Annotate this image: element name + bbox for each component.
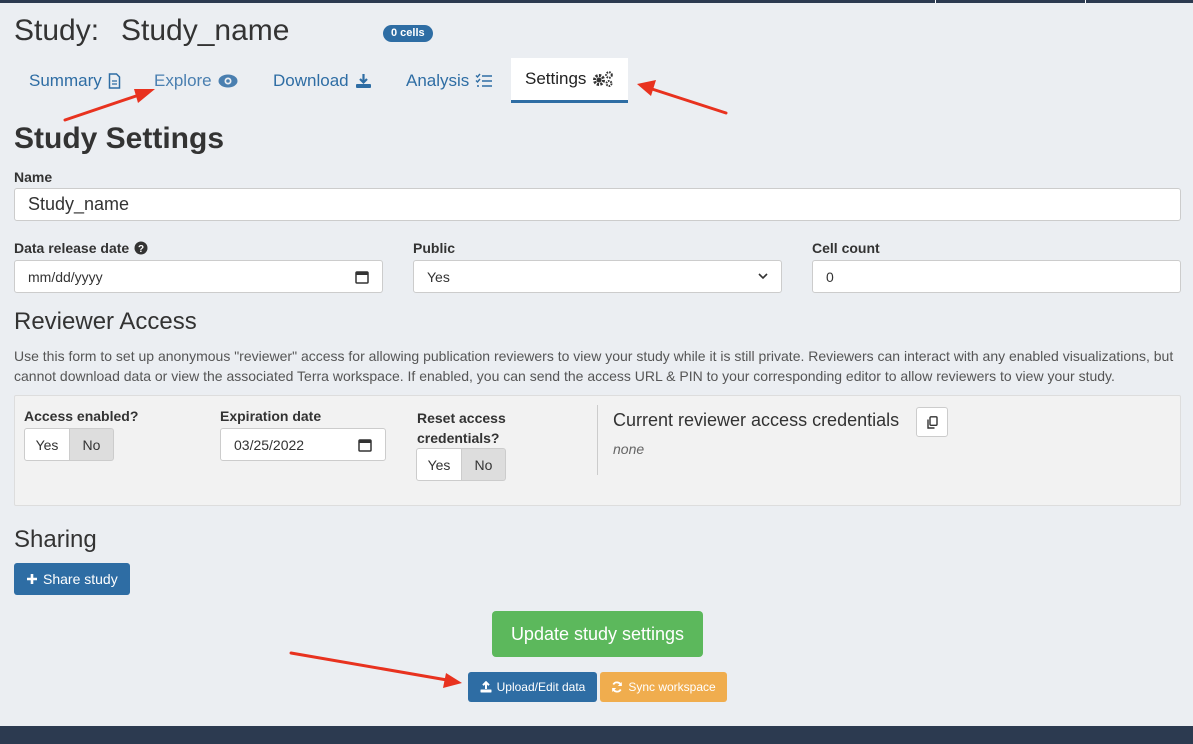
tab-label: Explore [154, 70, 212, 90]
public-value: Yes [427, 268, 450, 285]
panel-divider [597, 405, 598, 475]
tab-explore[interactable]: Explore [154, 58, 238, 103]
tab-summary[interactable]: Summary [29, 58, 121, 103]
cell-count-input[interactable]: 0 [812, 260, 1181, 293]
reset-no-button[interactable]: No [462, 448, 506, 481]
credentials-title: Current reviewer access credentials [613, 410, 900, 430]
list-check-icon [475, 73, 493, 87]
name-label: Name [14, 169, 53, 185]
sync-workspace-button[interactable]: Sync workspace [600, 672, 727, 702]
tab-analysis[interactable]: Analysis [406, 58, 493, 103]
arrow-to-upload-button [289, 651, 462, 688]
access-enabled-toggle: Yes No [24, 428, 114, 461]
sharing-title: Sharing [14, 526, 97, 553]
cell-count-label: Cell count [812, 240, 880, 256]
release-date-label-row: Data release date ? [14, 240, 148, 256]
tab-label: Summary [29, 70, 102, 90]
upload-edit-data-button[interactable]: Upload/Edit data [468, 672, 597, 702]
nav-divider [1085, 0, 1086, 3]
tab-label: Analysis [406, 70, 470, 90]
svg-text:?: ? [138, 244, 144, 255]
update-study-settings-button[interactable]: Update study settings [492, 611, 703, 657]
tab-label: Settings [525, 69, 587, 88]
document-icon [108, 72, 120, 89]
expiration-date-input[interactable]: 03/25/2022 [220, 428, 386, 461]
sync-workspace-label: Sync workspace [628, 680, 716, 694]
name-input[interactable]: Study_name [14, 188, 1181, 221]
credentials-value: none [613, 441, 645, 457]
study-label: Study: [14, 14, 100, 47]
reset-label-line-2: credentials? [417, 430, 500, 446]
expiration-date-value: 03/25/2022 [234, 436, 305, 453]
study-name: Study_name [121, 14, 290, 47]
calendar-icon[interactable] [355, 270, 369, 284]
share-study-button[interactable]: Share study [14, 563, 130, 595]
copy-credentials-button[interactable] [916, 407, 948, 437]
page-title: Study Settings [14, 122, 225, 155]
reset-label-line-1: Reset access [417, 410, 506, 426]
tab-settings[interactable]: Settings [511, 58, 629, 103]
access-no-button[interactable]: No [70, 428, 114, 461]
upload-edit-data-label: Upload/Edit data [496, 680, 586, 694]
share-study-label: Share study [43, 571, 118, 587]
access-enabled-label: Access enabled? [24, 408, 139, 424]
reset-yes-button[interactable]: Yes [416, 448, 462, 481]
tab-label: Download [273, 70, 349, 90]
chevron-down-icon [758, 273, 768, 280]
arrow-to-settings-tab [637, 80, 728, 115]
release-date-input[interactable]: mm/dd/yyyy [14, 260, 383, 293]
expiration-date-label: Expiration date [220, 408, 322, 424]
gears-icon [593, 71, 614, 87]
tab-download[interactable]: Download [273, 58, 372, 103]
calendar-icon[interactable] [358, 438, 372, 452]
refresh-icon [612, 681, 623, 693]
release-date-label: Data release date [14, 240, 130, 256]
download-icon [355, 73, 371, 88]
help-icon[interactable]: ? [134, 241, 148, 255]
upload-icon [480, 681, 492, 693]
name-value: Study_name [28, 194, 130, 214]
public-select[interactable]: Yes [413, 260, 782, 293]
footer-bar [0, 726, 1193, 744]
copy-icon [926, 415, 938, 429]
reviewer-access-title: Reviewer Access [14, 308, 197, 335]
release-date-placeholder: mm/dd/yyyy [28, 268, 103, 285]
reset-credentials-toggle: Yes No [416, 448, 506, 481]
eye-icon [218, 74, 238, 87]
reviewer-description: Use this form to set up anonymous "revie… [14, 348, 1174, 384]
top-nav-bar [0, 0, 1193, 3]
public-label: Public [413, 240, 456, 256]
nav-divider [935, 0, 936, 3]
plus-icon [27, 574, 37, 584]
cells-badge: 0 cells [383, 25, 433, 42]
reset-credentials-label: Reset access credentials? [417, 408, 506, 448]
cell-count-value: 0 [826, 268, 834, 285]
access-yes-button[interactable]: Yes [24, 428, 70, 461]
